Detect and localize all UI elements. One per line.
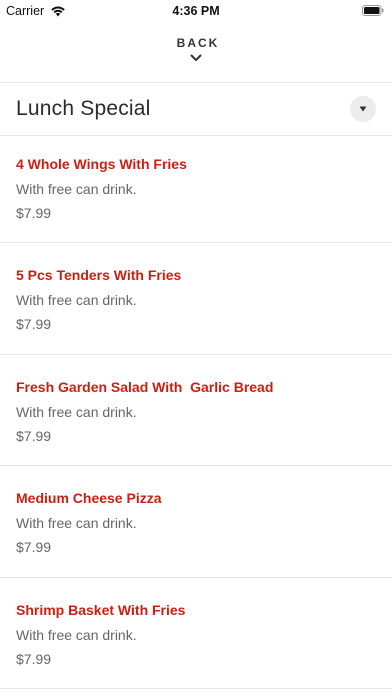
status-time: 4:36 PM — [172, 4, 220, 18]
menu-item[interactable]: 4 Whole Wings With Fries With free can d… — [0, 136, 392, 247]
menu-item[interactable]: Shrimp Basket With Fries With free can d… — [0, 582, 392, 693]
item-price: $7.99 — [16, 316, 52, 332]
item-name: Fresh Garden Salad With Garlic Bread — [16, 379, 274, 395]
section-dropdown-button[interactable] — [350, 96, 376, 122]
item-description: With free can drink. — [16, 515, 137, 531]
section-title: Lunch Special — [16, 97, 151, 120]
item-description: With free can drink. — [16, 627, 137, 643]
back-label: BACK — [176, 36, 220, 50]
menu-item[interactable]: Medium Cheese Pizza With free can drink.… — [0, 470, 392, 581]
item-price: $7.99 — [16, 539, 52, 555]
item-name: Shrimp Basket With Fries — [16, 602, 186, 618]
item-price: $7.99 — [16, 428, 52, 444]
caret-down-icon — [359, 106, 367, 112]
back-button[interactable]: BACK — [0, 36, 392, 70]
item-name: 5 Pcs Tenders With Fries — [16, 267, 182, 283]
status-bar: Carrier 4:36 PM — [0, 0, 392, 22]
divider — [0, 577, 392, 578]
item-description: With free can drink. — [16, 404, 137, 420]
item-price: $7.99 — [16, 651, 52, 667]
item-name: Medium Cheese Pizza — [16, 490, 162, 506]
item-description: With free can drink. — [16, 292, 137, 308]
divider — [0, 465, 392, 466]
menu-item[interactable]: 5 Pcs Tenders With Fries With free can d… — [0, 247, 392, 358]
item-name: 4 Whole Wings With Fries — [16, 156, 187, 172]
divider — [0, 354, 392, 355]
chevron-down-icon — [190, 54, 202, 61]
item-description: With free can drink. — [16, 181, 137, 197]
divider — [0, 242, 392, 243]
divider — [0, 688, 392, 689]
battery-icon — [362, 5, 384, 16]
item-price: $7.99 — [16, 205, 52, 221]
section-header: Lunch Special — [0, 83, 392, 135]
menu-item[interactable]: Fresh Garden Salad With Garlic Bread Wit… — [0, 359, 392, 470]
